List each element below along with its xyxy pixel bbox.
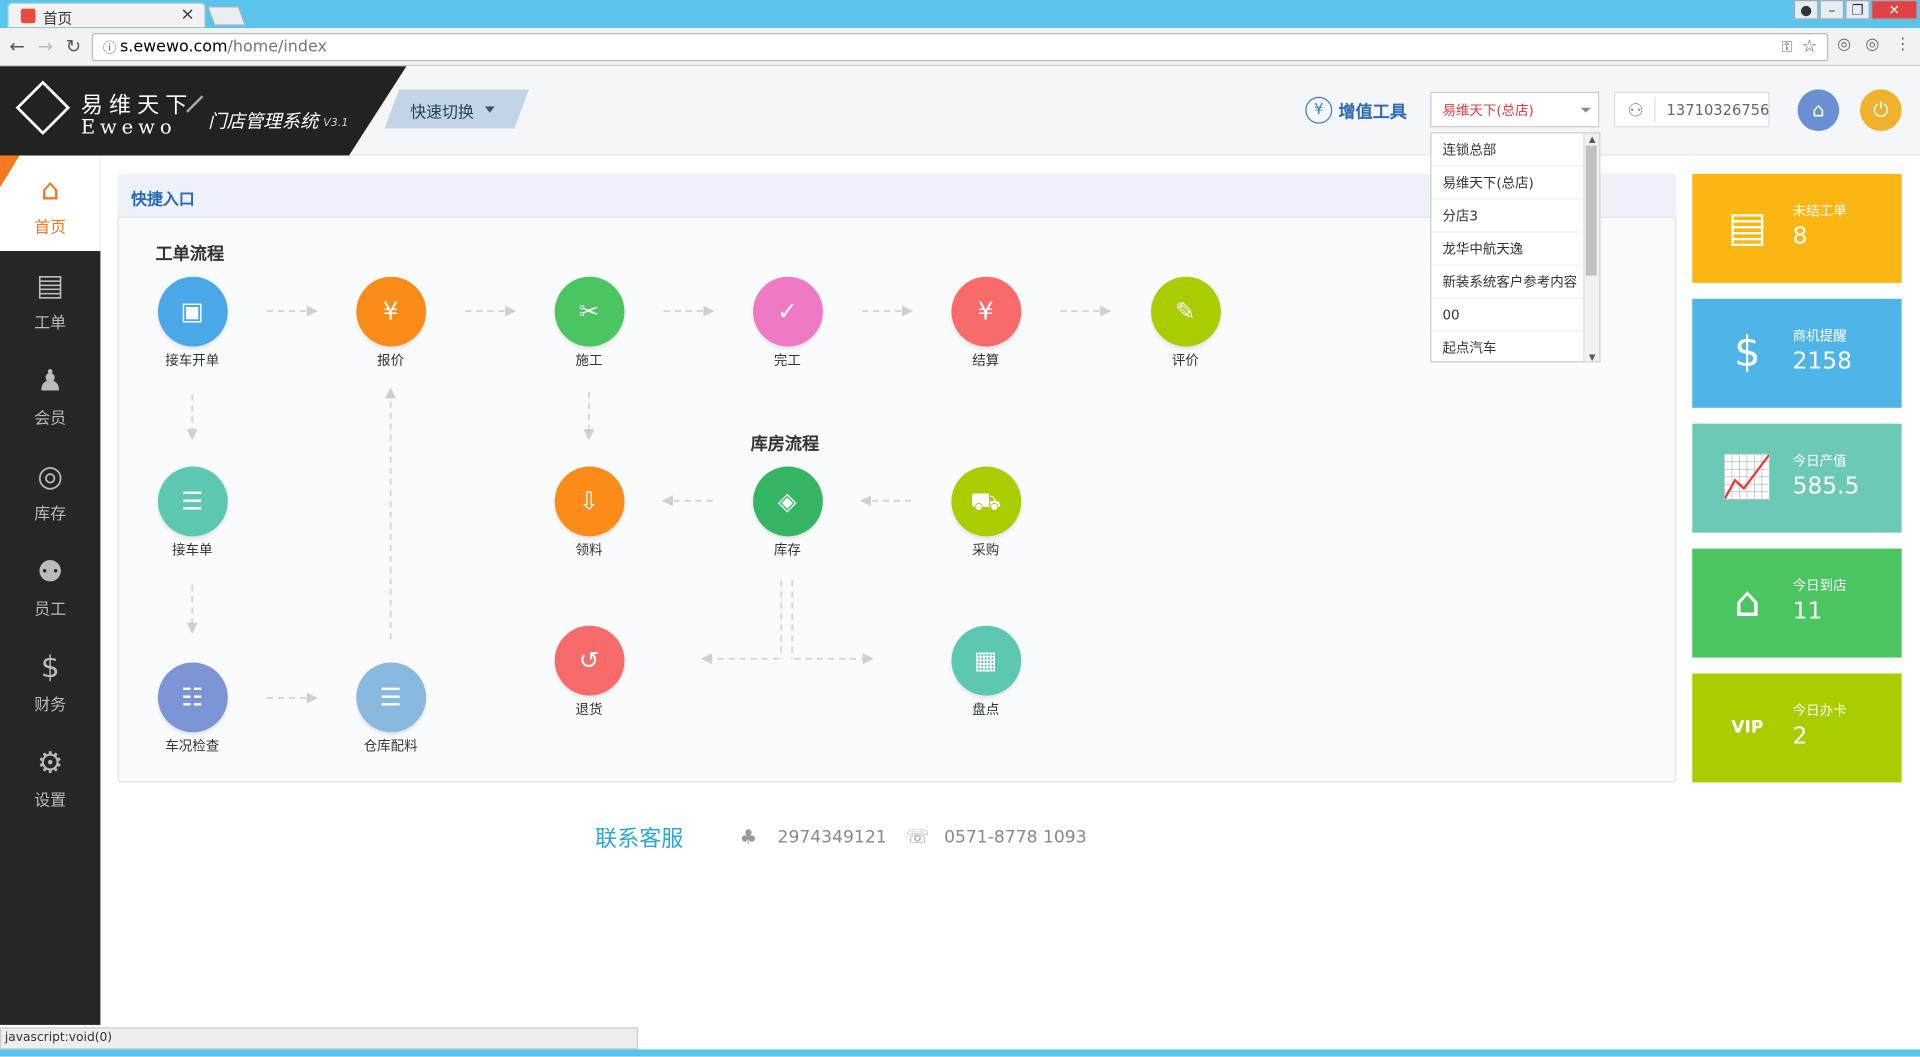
stat-value: 11 xyxy=(1792,597,1823,625)
flow-node-label: 施工 xyxy=(575,352,603,369)
flow-node-construction[interactable]: ✂ 施工 xyxy=(540,276,638,370)
truck-icon: ⛟ xyxy=(950,466,1021,537)
stat-card-output[interactable]: 📈 今日产值 585.5 xyxy=(1692,423,1902,533)
stat-label: 商机提醒 xyxy=(1792,328,1847,345)
workflow-title: 工单流程 xyxy=(155,244,225,265)
flow-node-evaluate[interactable]: ✎ 评价 xyxy=(1136,276,1234,370)
flow-node-return[interactable]: ↺ 退货 xyxy=(540,625,638,719)
stat-card-open-orders[interactable]: ▤ 未结工单 8 xyxy=(1692,173,1902,283)
store-option[interactable]: 新装系统客户参考内容 xyxy=(1431,266,1585,299)
flow-node-warehouse-parts[interactable]: ☰ 仓库配料 xyxy=(342,662,440,755)
growth-chart-icon: 📈 xyxy=(1721,453,1774,503)
flow-node-reception-sheet[interactable]: ☰ 接车单 xyxy=(143,466,241,560)
quote-doc-icon: ¥ xyxy=(355,276,426,347)
flow-node-purchase[interactable]: ⛟ 采购 xyxy=(937,466,1035,560)
flow-node-label: 评价 xyxy=(1171,352,1199,369)
flow-node-inventory[interactable]: ◈ 库存 xyxy=(738,466,836,560)
contact-book-icon: ▣ xyxy=(157,276,228,347)
tools-icon: ✂ xyxy=(554,276,624,347)
dropdown-scrollbar[interactable]: ▲ ▼ xyxy=(1583,133,1600,362)
flow-node-quote[interactable]: ¥ 报价 xyxy=(342,276,440,370)
flow-node-label: 退货 xyxy=(575,701,603,718)
document-icon: ▤ xyxy=(1727,203,1768,253)
flow-node-label: 完工 xyxy=(773,352,801,369)
customer-service-title: 联系客服 xyxy=(595,826,684,853)
browser-status-bar: javascript:void(0) xyxy=(0,1027,638,1050)
stat-value: 585.5 xyxy=(1792,472,1860,500)
flow-node-label: 报价 xyxy=(377,352,405,369)
stat-label: 今日办卡 xyxy=(1792,702,1847,719)
report-icon: ☷ xyxy=(157,662,228,733)
stat-value: 8 xyxy=(1792,222,1808,250)
list-doc-icon: ☰ xyxy=(157,466,228,537)
stat-value: 2 xyxy=(1792,722,1808,750)
flow-node-label: 采购 xyxy=(972,542,1000,559)
store-icon: ⌂ xyxy=(1734,577,1761,627)
store-option[interactable]: 龙华中航天逸 xyxy=(1431,233,1585,266)
flow-node-settle[interactable]: ¥ 结算 xyxy=(937,276,1035,370)
flow-node-stocktake[interactable]: ▦ 盘点 xyxy=(937,625,1035,719)
flow-node-label: 库存 xyxy=(773,542,801,559)
taskbar xyxy=(0,1049,1920,1057)
refund-icon: ↺ xyxy=(554,625,624,696)
stat-label: 今日到店 xyxy=(1792,577,1847,594)
stat-label: 今日产值 xyxy=(1792,453,1847,469)
store-option[interactable]: 连锁总部 xyxy=(1431,133,1585,167)
scan-yen-icon: ¥ xyxy=(950,276,1021,347)
flow-node-label: 结算 xyxy=(972,352,1000,369)
service-phone[interactable]: 0571-8778 1093 xyxy=(944,828,1087,848)
clipboard-icon: ☰ xyxy=(355,662,426,733)
stat-label: 未结工单 xyxy=(1792,203,1847,220)
vip-card-icon: VIP xyxy=(1731,717,1764,738)
store-option[interactable]: 分店3 xyxy=(1431,200,1585,233)
flow-node-label: 盘点 xyxy=(972,701,1000,718)
store-option[interactable]: 00 xyxy=(1431,299,1585,332)
store-option[interactable]: 易维天下(总店) xyxy=(1431,167,1585,200)
flow-node-label: 接车开单 xyxy=(165,352,220,369)
scroll-down-icon[interactable]: ▼ xyxy=(1589,353,1596,362)
phone-icon: ☏ xyxy=(906,825,930,848)
flow-node-label: 车况检查 xyxy=(165,738,220,755)
store-dropdown-list[interactable]: 连锁总部 易维天下(总店) 分店3 龙华中航天逸 新装系统客户参考内容 00 起… xyxy=(1430,132,1601,363)
flow-node-vehicle-check[interactable]: ☷ 车况检查 xyxy=(143,662,241,755)
layers-icon: ◈ xyxy=(752,466,823,537)
stat-card-visits[interactable]: ⌂ 今日到店 11 xyxy=(1692,548,1902,658)
scroll-up-icon[interactable]: ▲ xyxy=(1589,135,1596,145)
qq-icon: ♣ xyxy=(739,825,758,849)
edit-note-icon: ✎ xyxy=(1150,276,1221,347)
stat-card-opportunities[interactable]: $ 商机提醒 2158 xyxy=(1692,298,1902,408)
scrollbar-thumb[interactable] xyxy=(1585,145,1597,276)
stat-value: 2158 xyxy=(1792,347,1852,375)
flow-node-reception-open[interactable]: ▣ 接车开单 xyxy=(143,276,241,370)
flow-node-complete[interactable]: ✓ 完工 xyxy=(738,276,836,370)
stat-card-cards[interactable]: VIP 今日办卡 2 xyxy=(1692,673,1902,783)
status-text: javascript:void(0) xyxy=(4,1031,113,1045)
warehouse-flow-title: 库房流程 xyxy=(750,434,820,455)
flow-node-label: 接车单 xyxy=(172,542,213,559)
money-bag-icon: $ xyxy=(1734,328,1761,378)
store-option[interactable]: 起点汽车 xyxy=(1431,332,1584,361)
check-doc-icon: ✓ xyxy=(752,276,823,347)
boxes-icon: ▦ xyxy=(950,625,1021,696)
flow-node-label: 仓库配料 xyxy=(363,738,418,755)
flow-node-pick-material[interactable]: ⇩ 领料 xyxy=(540,466,638,560)
basket-download-icon: ⇩ xyxy=(554,466,624,537)
qq-number[interactable]: 2974349121 xyxy=(778,828,887,848)
flow-node-label: 领料 xyxy=(575,542,603,559)
